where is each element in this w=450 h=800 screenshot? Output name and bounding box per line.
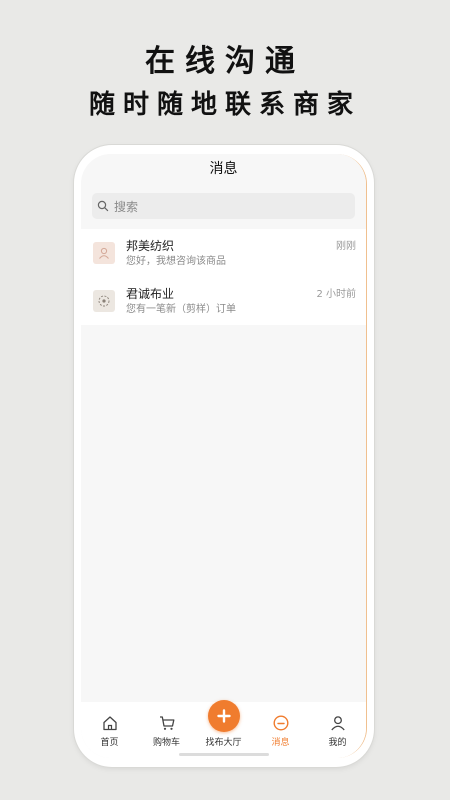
page-title: 消息 bbox=[81, 154, 366, 184]
tab-label: 购物车 bbox=[152, 738, 180, 748]
plus-icon bbox=[207, 700, 240, 732]
conversation-name: 邦美纺织 bbox=[126, 238, 175, 253]
search-placeholder: 搜索 bbox=[114, 199, 139, 214]
tab-cart[interactable]: 购物车 bbox=[139, 710, 195, 748]
messages-screen: 消息 搜索 邦美纺织 您好，我想咨询该商品 刚刚 君诚布业 您有一笔新（剪样）订… bbox=[81, 154, 367, 758]
conversation-time: 2 小时前 bbox=[316, 289, 356, 300]
tab-label: 消息 bbox=[271, 738, 290, 748]
search-bar[interactable]: 搜索 bbox=[92, 193, 355, 219]
conversation-item[interactable]: 君诚布业 您有一笔新（剪样）订单 2 小时前 bbox=[81, 277, 366, 325]
conversation-name: 君诚布业 bbox=[126, 286, 175, 301]
conversation-preview: 您好，我想咨询该商品 bbox=[126, 255, 226, 267]
home-indicator bbox=[178, 753, 269, 756]
home-icon bbox=[101, 710, 119, 732]
promo-subheadline: 随时随地联系商家 bbox=[88, 90, 361, 120]
conversation-preview: 您有一笔新（剪样）订单 bbox=[126, 303, 236, 315]
tab-label: 我的 bbox=[328, 738, 347, 748]
tab-label: 首页 bbox=[100, 738, 119, 748]
tab-label: 找布大厅 bbox=[205, 738, 242, 748]
textile-logo-icon bbox=[93, 242, 115, 264]
fabric-logo-icon bbox=[93, 290, 115, 312]
conversation-item[interactable]: 邦美纺织 您好，我想咨询该商品 刚刚 bbox=[81, 229, 366, 277]
conversation-time: 刚刚 bbox=[336, 241, 356, 252]
promo-headline: 在线沟通 bbox=[145, 44, 305, 79]
tab-profile[interactable]: 我的 bbox=[310, 710, 366, 748]
bottom-tab-bar: 首页 购物车 找布大厅 消息 我的 bbox=[81, 700, 366, 758]
tab-home[interactable]: 首页 bbox=[82, 710, 138, 748]
tab-fabric-hall[interactable]: 找布大厅 bbox=[196, 700, 252, 748]
user-icon bbox=[329, 710, 347, 732]
tab-messages[interactable]: 消息 bbox=[253, 710, 309, 748]
message-icon bbox=[272, 710, 290, 732]
cart-icon bbox=[158, 710, 176, 732]
phone-frame: 消息 搜索 邦美纺织 您好，我想咨询该商品 刚刚 君诚布业 您有一笔新（剪样）订… bbox=[74, 145, 374, 767]
conversation-list: 邦美纺织 您好，我想咨询该商品 刚刚 君诚布业 您有一笔新（剪样）订单 2 小时… bbox=[81, 229, 366, 325]
search-icon bbox=[92, 193, 114, 219]
